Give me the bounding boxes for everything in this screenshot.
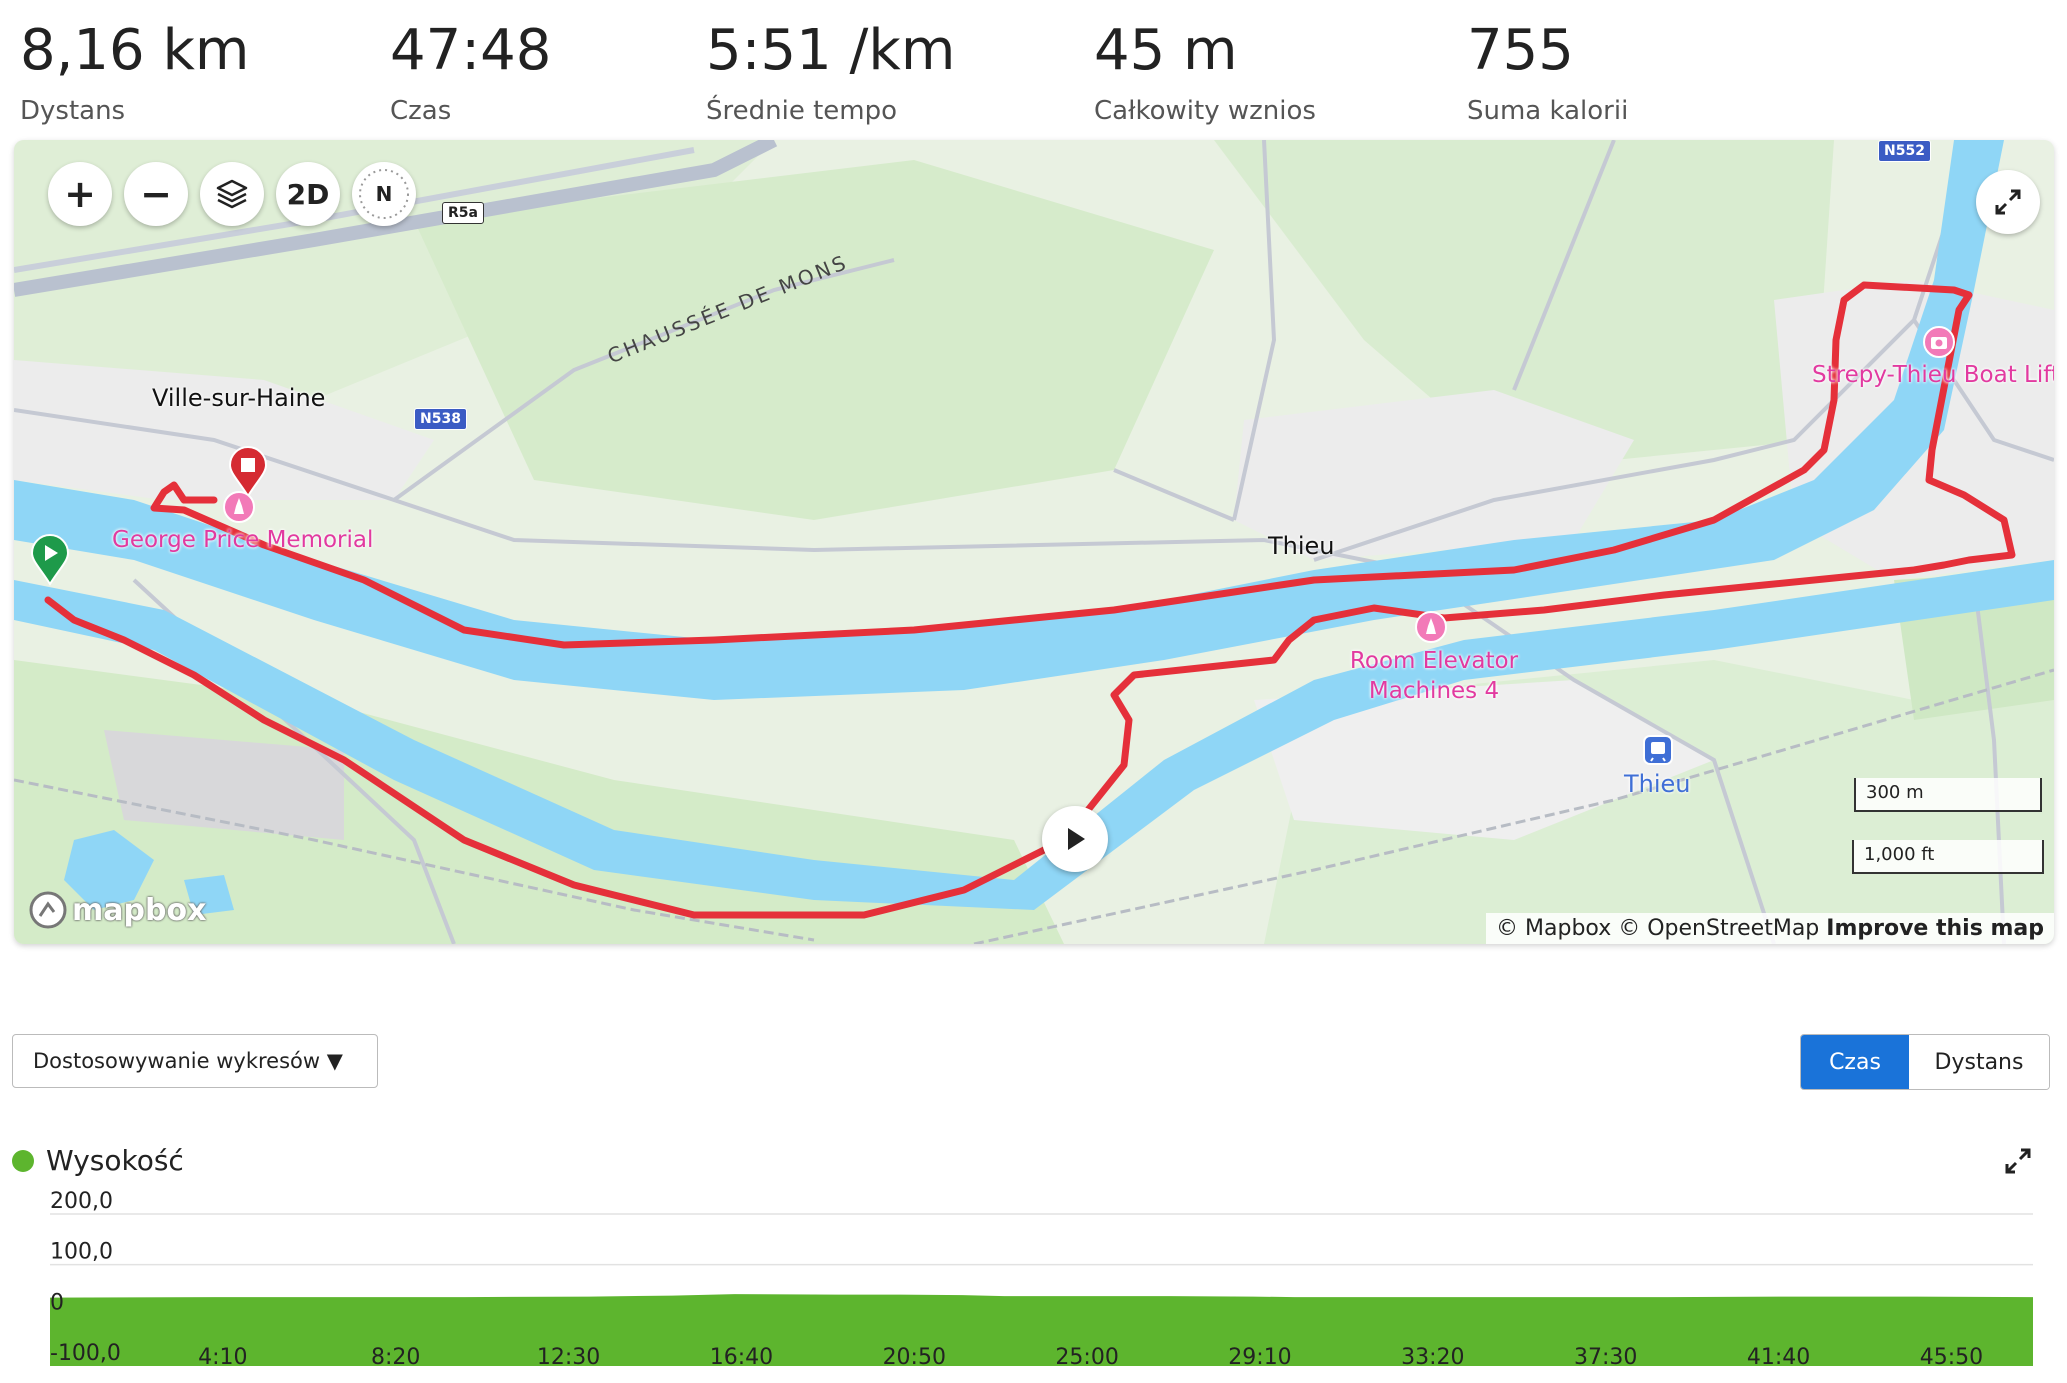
route-map[interactable]: + − 2D N R5a N538 N552 CHAUSSÉE DE MONS … xyxy=(14,140,2054,944)
legend-dot xyxy=(12,1149,34,1172)
scale-imperial: 1,000 ft xyxy=(1852,840,2044,874)
improve-map-link[interactable]: Improve this map xyxy=(1826,916,2044,941)
poi-thieu-station: Thieu xyxy=(1624,770,1691,798)
chart-legend: Wysokość xyxy=(12,1144,184,1177)
stat-value: 8,16 km xyxy=(20,18,250,83)
scale-metric: 300 m xyxy=(1854,778,2042,812)
x-tick-label: 4:10 xyxy=(198,1345,247,1370)
stat-label: Czas xyxy=(390,96,452,126)
minus-icon: − xyxy=(140,172,172,216)
zoom-in-button[interactable]: + xyxy=(48,162,112,226)
stat-label: Średnie tempo xyxy=(706,96,898,126)
monument-icon xyxy=(1415,611,1447,643)
mapbox-logo-text: mapbox xyxy=(72,892,207,928)
stat-value: 755 xyxy=(1467,18,1574,83)
x-tick-label: 8:20 xyxy=(371,1345,420,1370)
y-tick-label: 100,0 xyxy=(50,1240,113,1265)
stat-label: Suma kalorii xyxy=(1467,96,1629,126)
y-tick-label: 0 xyxy=(50,1290,64,1315)
stat-label: Całkowity wznios xyxy=(1094,96,1316,126)
mapbox-logo-icon xyxy=(29,891,67,929)
layers-icon xyxy=(216,179,248,209)
y-tick-label: -100,0 xyxy=(50,1341,121,1366)
stat-label: Dystans xyxy=(20,96,126,126)
attribution-mapbox-link[interactable]: © Mapbox xyxy=(1496,916,1611,941)
start-marker-icon[interactable] xyxy=(30,534,70,586)
x-tick-label: 12:30 xyxy=(537,1345,600,1370)
view-mode-button[interactable]: 2D xyxy=(276,162,340,226)
expand-icon xyxy=(1995,189,2021,215)
poi-george-price-memorial: George Price Memorial xyxy=(112,527,374,553)
plus-icon: + xyxy=(64,172,96,216)
attribution-osm-link[interactable]: © OpenStreetMap xyxy=(1618,916,1819,941)
stat-pace: 5:51 /km Średnie tempo xyxy=(706,18,955,128)
stat-value: 47:48 xyxy=(390,18,552,83)
road-badge-n538: N538 xyxy=(414,408,467,430)
fullscreen-button[interactable] xyxy=(1976,170,2040,234)
axis-toggle[interactable]: Czas Dystans xyxy=(1800,1034,2050,1090)
x-tick-label: 33:20 xyxy=(1401,1345,1464,1370)
compass-button[interactable]: N xyxy=(352,162,416,226)
road-badge-n552: N552 xyxy=(1878,140,1931,162)
stat-value: 5:51 /km xyxy=(706,18,956,83)
stat-calories: 755 Suma kalorii xyxy=(1467,18,1628,128)
play-icon xyxy=(1068,828,1085,850)
monument-icon xyxy=(223,491,255,523)
layers-button[interactable] xyxy=(200,162,264,226)
x-tick-label: 16:40 xyxy=(710,1345,773,1370)
elevation-area[interactable] xyxy=(50,1294,2033,1366)
stat-distance: 8,16 km Dystans xyxy=(20,18,249,128)
mapbox-logo[interactable]: mapbox xyxy=(28,890,206,930)
camera-icon xyxy=(1923,326,1955,358)
poi-room-elevator: Room Elevator Machines 4 xyxy=(1349,648,1519,704)
activity-stats: 8,16 km Dystans 47:48 Czas 5:51 /km Śred… xyxy=(0,0,2067,135)
y-tick-label: 200,0 xyxy=(50,1190,113,1214)
x-tick-label: 45:50 xyxy=(1920,1345,1983,1370)
chart-title: Wysokość xyxy=(46,1144,184,1177)
map-attribution: © Mapbox © OpenStreetMap Improve this ma… xyxy=(1486,913,2054,944)
poi-strepy-thieu-boat-lift: Strepy-Thieu Boat Lift xyxy=(1812,362,2054,388)
chart-expand-icon[interactable] xyxy=(2003,1146,2033,1176)
compass-north-label: N xyxy=(375,182,393,206)
train-station-icon xyxy=(1643,735,1673,765)
x-tick-label: 41:40 xyxy=(1747,1345,1810,1370)
toggle-time-button[interactable]: Czas xyxy=(1801,1035,1909,1089)
x-tick-label: 37:30 xyxy=(1574,1345,1637,1370)
x-tick-label: 20:50 xyxy=(883,1345,946,1370)
road-badge-r5a: R5a xyxy=(442,202,484,224)
place-ville-sur-haine: Ville-sur-Haine xyxy=(152,384,326,412)
elevation-chart[interactable]: 200,0 100,0 0 -100,0 4:10 8:20 12:30 16:40 20:50… xyxy=(0,1190,2067,1383)
stat-time: 47:48 Czas xyxy=(390,18,551,128)
zoom-out-button[interactable]: − xyxy=(124,162,188,226)
toggle-distance-button[interactable]: Dystans xyxy=(1909,1035,2049,1089)
stat-ascent: 45 m Całkowity wznios xyxy=(1094,18,1316,128)
place-thieu: Thieu xyxy=(1268,532,1335,560)
x-tick-label: 25:00 xyxy=(1055,1345,1118,1370)
x-tick-label: 29:10 xyxy=(1228,1345,1291,1370)
play-route-button[interactable] xyxy=(1042,806,1108,872)
view-mode-label: 2D xyxy=(286,177,330,211)
stat-value: 45 m xyxy=(1094,18,1238,83)
chart-customization-dropdown[interactable]: Dostosowywanie wykresów ▼ xyxy=(12,1034,378,1088)
